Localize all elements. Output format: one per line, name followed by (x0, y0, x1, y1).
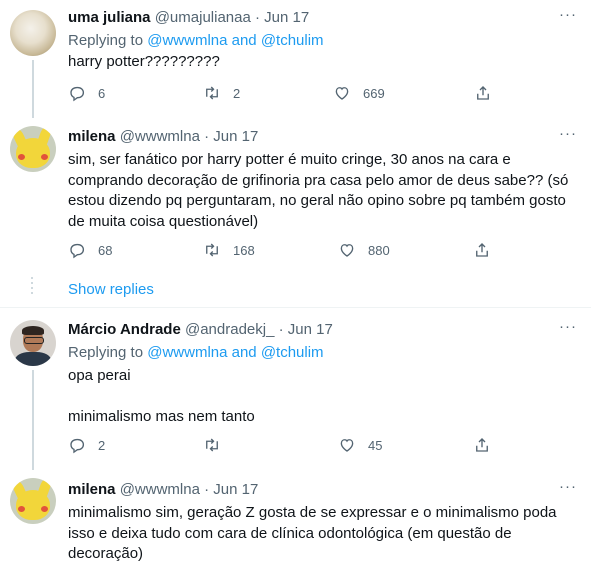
tweet-date[interactable]: Jun 17 (264, 9, 309, 26)
thread-line (32, 60, 34, 118)
tweet-header: milena @wwwmlna · Jun 17 (68, 480, 258, 500)
tweet-header: Márcio Andrade @andradekj_ · Jun 17 (68, 320, 333, 340)
show-replies-link[interactable]: Show replies (68, 281, 154, 298)
thread-dots (31, 277, 34, 297)
retweet-icon (206, 86, 218, 100)
user-handle[interactable]: @wwwmlna (120, 128, 200, 145)
heart-icon (340, 439, 354, 452)
tweet-date[interactable]: Jun 17 (288, 321, 333, 338)
more-options-icon[interactable]: ··· (559, 6, 577, 23)
tweet-date[interactable]: Jun 17 (213, 128, 258, 145)
user-name[interactable]: milena (68, 481, 116, 498)
user-handle[interactable]: @andradekj_ (185, 321, 274, 338)
user-name[interactable]: milena (68, 128, 116, 145)
separator-dot: · (255, 9, 260, 26)
share-icon (476, 438, 488, 452)
heart-icon (340, 244, 354, 257)
user-handle[interactable]: @wwwmlna (120, 481, 200, 498)
retweet-button[interactable] (203, 436, 233, 454)
reply-icon (70, 86, 85, 102)
reply-count: 68 (98, 242, 113, 258)
reply-button[interactable]: 2 (68, 436, 105, 454)
user-handle[interactable]: @umajulianaa (155, 9, 251, 26)
reply-count: 2 (98, 437, 106, 453)
tweet-date[interactable]: Jun 17 (213, 481, 258, 498)
replying-to-links[interactable]: @wwwmlna and @tchulim (147, 32, 323, 49)
tweet-actions: 6 2 669 (68, 84, 498, 104)
reply-icon (70, 243, 85, 259)
tweet-text-line: decoração) (68, 545, 144, 562)
more-options-icon[interactable]: ··· (559, 318, 577, 335)
like-button[interactable]: 45 (338, 436, 382, 454)
replying-to-links[interactable]: @wwwmlna and @tchulim (147, 344, 323, 361)
tweet-text: opa perai minimalismo mas nem tanto (68, 366, 573, 428)
tweet-text-blank (68, 387, 573, 408)
tweet-text: minimalismo sim, geração Z gosta de se e… (68, 503, 573, 565)
share-icon (476, 243, 488, 257)
tweet-text: sim, ser fanático por harry potter é mui… (68, 150, 573, 232)
tweet-text-line: harry potter????????? (68, 53, 220, 70)
replying-to: Replying to @wwwmlna and @tchulim (68, 343, 324, 363)
like-button[interactable]: 880 (338, 241, 390, 259)
retweet-button[interactable]: 2 (203, 84, 240, 102)
tweet-text-line: comprando decoração de grifinoria pra ca… (68, 171, 569, 189)
tweet-text: harry potter????????? (68, 52, 573, 73)
heart-icon (335, 87, 349, 100)
tweet-actions: 2 45 (68, 436, 498, 456)
retweet-count: 2 (233, 85, 241, 101)
retweet-icon (206, 243, 218, 257)
retweet-icon (206, 438, 218, 452)
tweet-text-line: minimalismo mas nem tanto (68, 408, 255, 425)
share-button[interactable] (474, 84, 492, 102)
tweet-text-line: sim, ser fanático por harry potter é mui… (68, 151, 511, 168)
like-count: 880 (368, 242, 390, 258)
user-name[interactable]: Márcio Andrade (68, 321, 181, 338)
share-icon (477, 86, 489, 100)
avatar[interactable] (10, 126, 56, 172)
share-button[interactable] (473, 241, 491, 259)
tweet-header: uma juliana @umajulianaa · Jun 17 (68, 8, 309, 28)
share-button[interactable] (473, 436, 491, 454)
tweet-header: milena @wwwmlna · Jun 17 (68, 127, 258, 147)
separator-dot: · (204, 128, 210, 145)
more-options-icon[interactable]: ··· (559, 125, 577, 142)
reply-count: 6 (98, 85, 106, 101)
replying-to-label: Replying to (68, 32, 144, 49)
like-count: 669 (363, 85, 385, 101)
separator-dot: · (204, 481, 210, 498)
divider (0, 307, 591, 308)
tweet-text-line: isso e deixa tudo com cara de clínica od… (68, 524, 512, 542)
user-name[interactable]: uma juliana (68, 9, 151, 26)
tweet-text-line: minimalismo sim, geração Z gosta de se e… (68, 504, 557, 521)
tweet-text-line: de muita coisa questionável) (68, 212, 259, 230)
tweet-text-line: estou dizendo pq perguntaram, no geral n… (68, 192, 566, 209)
like-count: 45 (368, 437, 383, 453)
tweet-text-line: opa perai (68, 367, 131, 384)
avatar[interactable] (10, 478, 56, 524)
retweet-button[interactable]: 168 (203, 241, 255, 259)
retweet-count: 168 (233, 242, 255, 258)
replying-to-label: Replying to (68, 344, 144, 361)
tweet-actions: 68 168 880 (68, 241, 498, 261)
like-button[interactable]: 669 (333, 84, 385, 102)
replying-to: Replying to @wwwmlna and @tchulim (68, 31, 324, 51)
reply-icon (70, 438, 85, 454)
reply-button[interactable]: 68 (68, 241, 112, 259)
avatar[interactable] (10, 10, 56, 56)
more-options-icon[interactable]: ··· (559, 478, 577, 495)
separator-dot: · (278, 321, 284, 338)
avatar[interactable] (10, 320, 56, 366)
thread-line (32, 370, 34, 470)
reply-button[interactable]: 6 (68, 84, 105, 102)
